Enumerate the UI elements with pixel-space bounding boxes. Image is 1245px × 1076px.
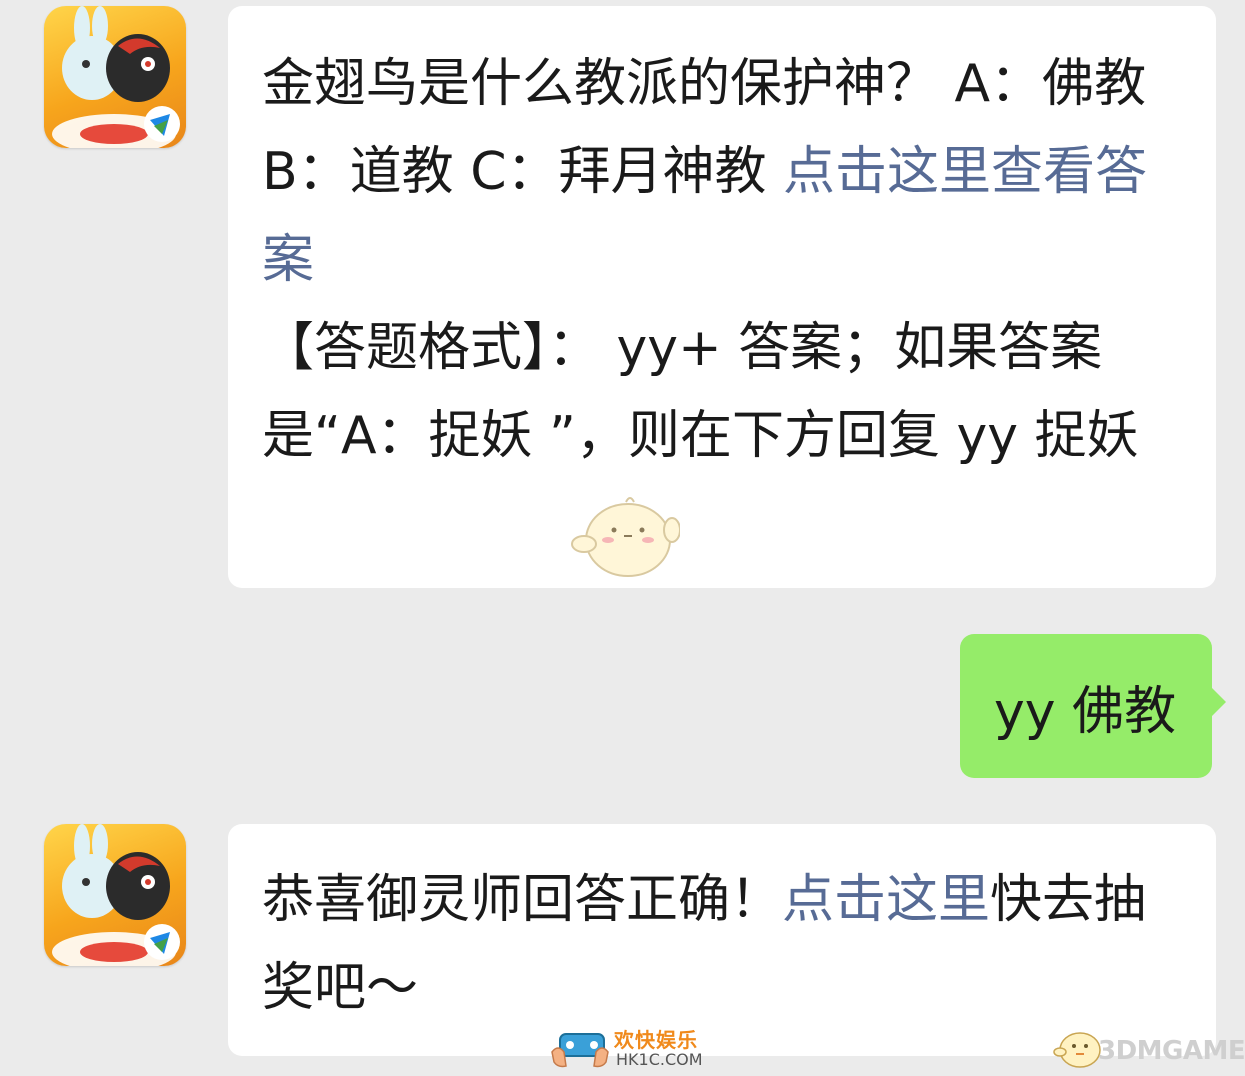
gamepad-hand-icon [551, 1033, 609, 1068]
message-text: 金翅鸟是什么教派的保护神？ A：佛教 B：道教 C：拜月神教 点击这里查看答案 … [262, 40, 1184, 480]
hk1c-title: 欢快娱乐 [614, 1028, 698, 1052]
sender-avatar[interactable] [44, 824, 186, 966]
outgoing-message-bubble[interactable]: yy 佛教 [960, 634, 1226, 778]
hk1c-watermark: 欢快娱乐 HK1C.COM [548, 1020, 718, 1074]
answer-format-text: 【答题格式】： yy+ 答案；如果答案是“A：捉妖 ”，则在下方回复 yy 捉妖 [262, 318, 1139, 466]
3dm-watermark: 3DMGAME [1052, 1026, 1245, 1072]
chick-sticker-icon [571, 497, 680, 577]
3dm-logo-text: 3DMGAME [1098, 1036, 1245, 1066]
game-character-avatar-icon [52, 6, 180, 148]
game-character-avatar-icon [52, 824, 180, 966]
congrats-text: 恭喜御灵师回答正确！ [262, 870, 783, 930]
message-text: 恭喜御灵师回答正确！点击这里快去抽奖吧～ [262, 856, 1184, 1032]
chick-logo-icon [1053, 1032, 1101, 1068]
lottery-link[interactable]: 点击这里 [782, 870, 990, 930]
incoming-message-bubble[interactable]: 恭喜御灵师回答正确！点击这里快去抽奖吧～ [228, 824, 1216, 1056]
hk1c-domain: HK1C.COM [616, 1050, 703, 1069]
incoming-message-bubble[interactable]: 金翅鸟是什么教派的保护神？ A：佛教 B：道教 C：拜月神教 点击这里查看答案 … [228, 6, 1216, 588]
reply-text: yy 佛教 [994, 682, 1177, 742]
sender-avatar[interactable] [44, 6, 186, 148]
